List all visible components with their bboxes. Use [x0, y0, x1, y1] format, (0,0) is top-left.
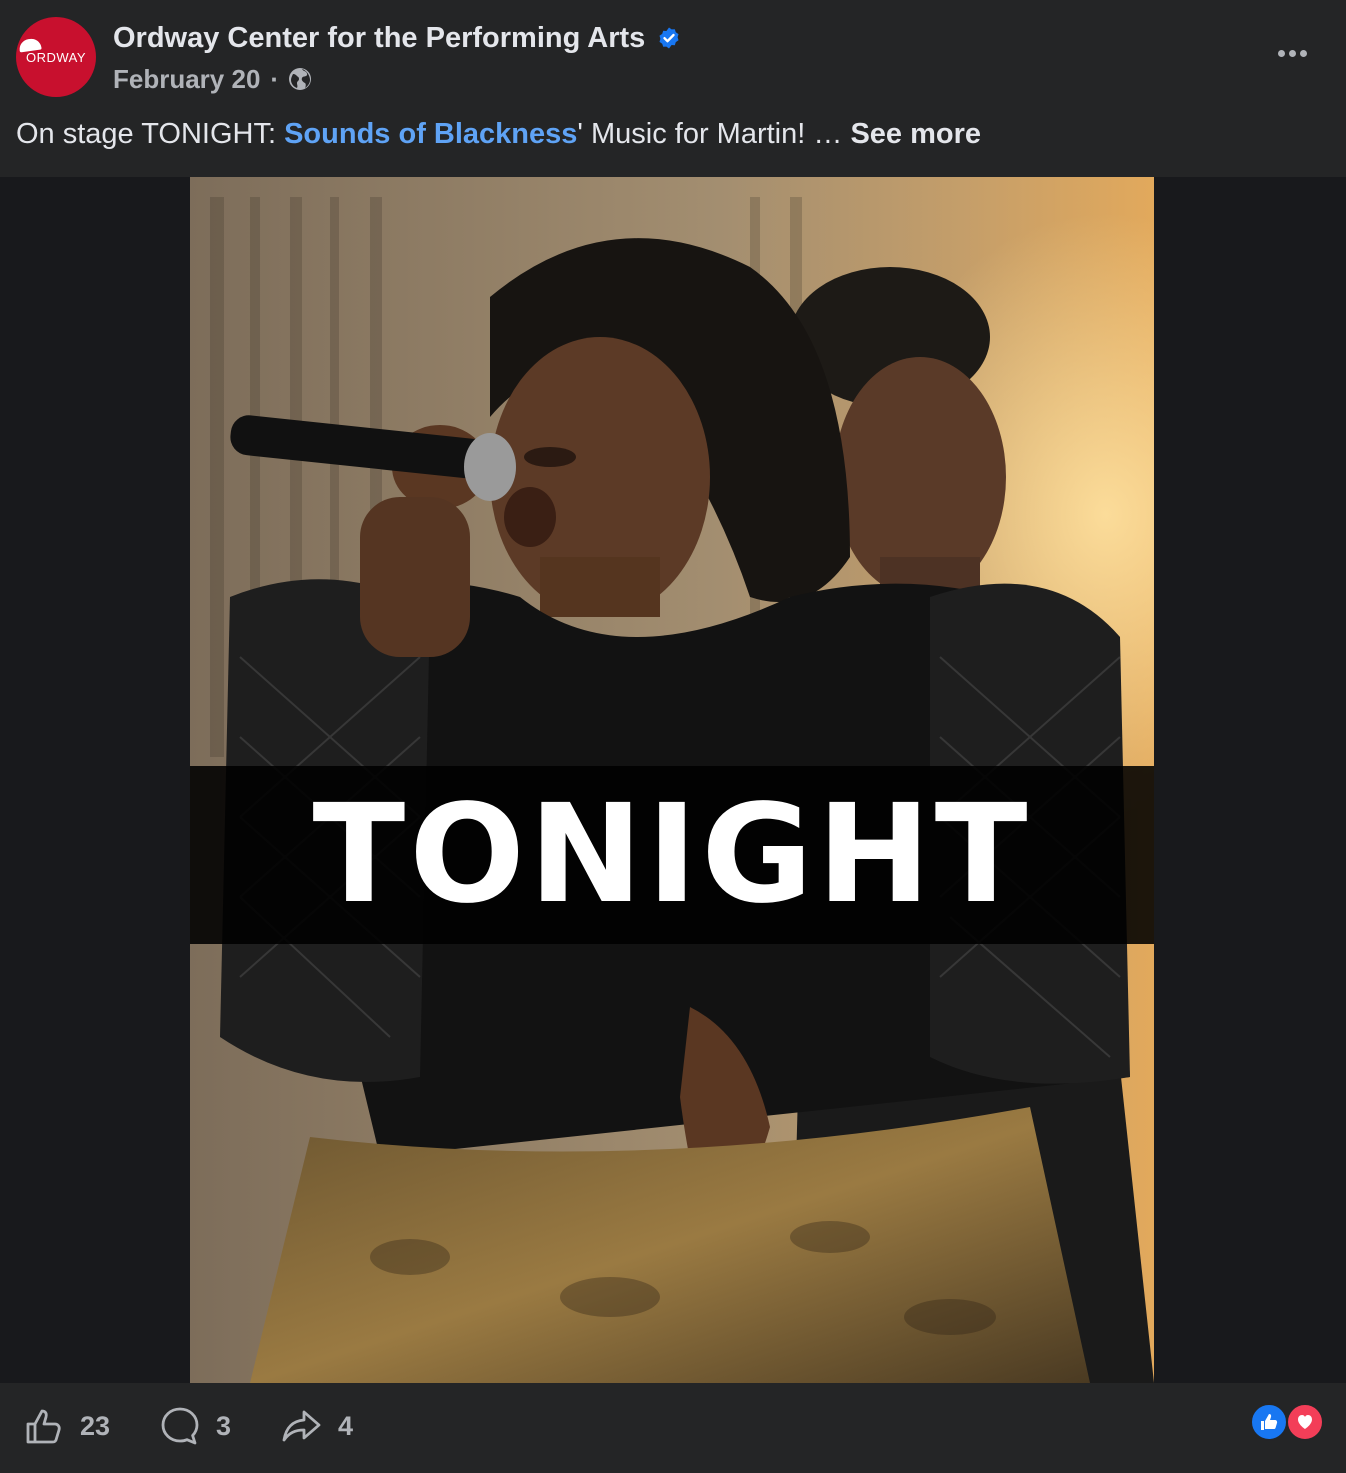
verified-badge-icon [657, 26, 681, 50]
reaction-summary[interactable] [1250, 1403, 1330, 1443]
thumbs-up-icon [26, 1409, 61, 1444]
more-dot [1299, 49, 1307, 57]
mention-link[interactable]: Sounds of Blackness [284, 118, 577, 150]
post-date-link[interactable]: February 20 [113, 64, 260, 95]
comment-icon [161, 1407, 199, 1445]
see-more-button[interactable]: See more [850, 118, 981, 150]
media-area: TONIGHT [0, 177, 1346, 1383]
caption-suffix: ' Music for Martin! … [577, 118, 851, 150]
share-count: 4 [338, 1410, 354, 1441]
post-card: ORDWAY Ordway Center for the Performing … [0, 0, 1346, 1473]
caption-prefix: On stage TONIGHT: [16, 118, 285, 150]
like-count: 23 [80, 1410, 111, 1441]
post-header: ORDWAY Ordway Center for the Performing … [0, 0, 1346, 110]
like-reaction-icon [1250, 1403, 1288, 1441]
post-caption: On stage TONIGHT: Sounds of Blackness' M… [16, 114, 981, 154]
share-button[interactable]: 4 [280, 1403, 353, 1449]
page-name-row: Ordway Center for the Performing Arts [113, 20, 681, 56]
page-name-link[interactable]: Ordway Center for the Performing Arts [113, 22, 645, 55]
post-footer: 23 3 4 [0, 1383, 1346, 1473]
more-dot [1277, 49, 1285, 57]
love-reaction-icon [1286, 1403, 1324, 1441]
like-button[interactable]: 23 [22, 1403, 110, 1449]
avatar-wordmark: ORDWAY [25, 50, 87, 65]
banner-text: TONIGHT [312, 776, 1032, 934]
post-meta: February 20 · [113, 62, 313, 96]
comment-button[interactable]: 3 [158, 1403, 231, 1449]
page-avatar[interactable]: ORDWAY [16, 17, 96, 97]
more-options-icon[interactable] [1268, 36, 1316, 70]
image-banner: TONIGHT [190, 766, 1154, 944]
more-dot [1288, 49, 1296, 57]
globe-icon[interactable] [287, 66, 313, 92]
meta-separator: · [270, 63, 280, 94]
share-arrow-icon [282, 1410, 321, 1442]
comment-count: 3 [216, 1410, 232, 1441]
post-photo[interactable]: TONIGHT [190, 177, 1154, 1383]
